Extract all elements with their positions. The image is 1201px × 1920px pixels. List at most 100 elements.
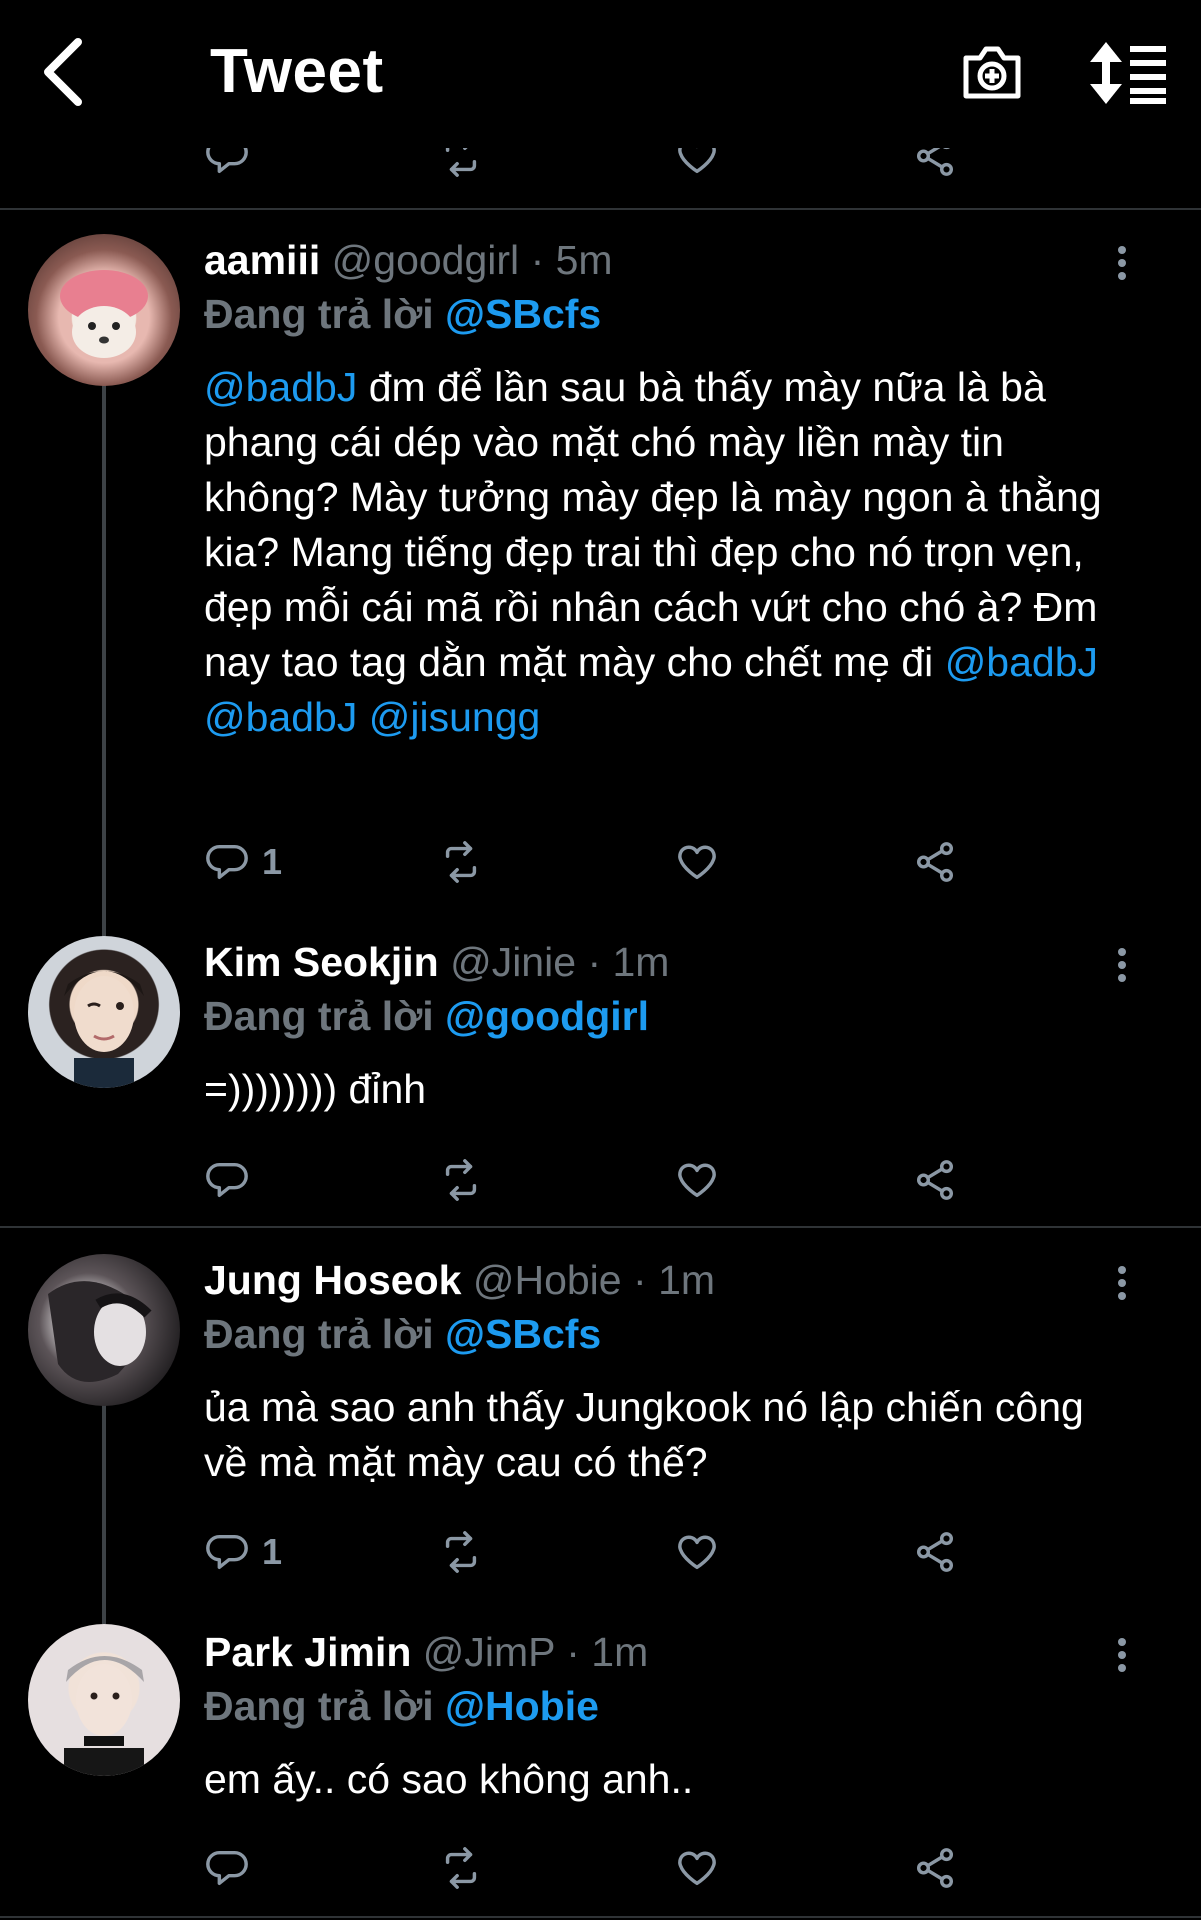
retweet-button[interactable] <box>438 1838 484 1898</box>
display-name[interactable]: Jung Hoseok <box>204 1257 461 1303</box>
heart-icon <box>678 148 716 174</box>
share-button[interactable] <box>912 1838 958 1898</box>
timestamp: 5m <box>555 237 613 283</box>
thread-line <box>102 1400 106 1624</box>
reply-icon <box>206 148 248 174</box>
mention-link[interactable]: @badbJ <box>945 639 1098 685</box>
previous-tweet-actions <box>0 148 1201 188</box>
replying-to-mention[interactable]: @goodgirl <box>445 993 649 1039</box>
camera-plus-icon <box>963 46 1021 99</box>
reply-button[interactable] <box>204 1150 262 1210</box>
reply-button[interactable]: 1 <box>204 832 282 892</box>
page-title: Tweet <box>210 37 384 106</box>
avatar[interactable] <box>28 936 180 1088</box>
more-dot <box>1118 1266 1126 1274</box>
handle[interactable]: @JimP <box>423 1629 555 1675</box>
more-options-button[interactable] <box>1110 1638 1134 1678</box>
sort-button[interactable] <box>1090 42 1170 104</box>
share-icon <box>916 1160 954 1200</box>
reply-button[interactable] <box>204 1838 262 1898</box>
divider <box>0 1916 1201 1918</box>
avatar[interactable] <box>28 234 180 386</box>
more-options-button[interactable] <box>1110 246 1134 286</box>
portrait-avatar-image <box>64 971 144 1088</box>
like-button[interactable] <box>674 1522 720 1582</box>
replying-to: Đang trả lời @goodgirl <box>204 992 649 1040</box>
replying-to: Đang trả lời @Hobie <box>204 1682 599 1730</box>
camera-button[interactable] <box>960 40 1024 104</box>
tweet-actions <box>204 1838 1004 1898</box>
like-button[interactable] <box>674 148 720 186</box>
reply-count: 1 <box>262 841 283 882</box>
heart-icon <box>678 845 716 880</box>
retweet-button[interactable] <box>438 1522 484 1582</box>
replying-to-mention[interactable]: @SBcfs <box>445 1311 601 1357</box>
replying-to-mention[interactable]: @Hobie <box>445 1683 599 1729</box>
separator-dot: · <box>633 1257 647 1303</box>
tweet-text-segment: ủa mà sao anh thấy Jungkook nó lập chiến… <box>204 1384 1084 1485</box>
display-name[interactable]: Kim Seokjin <box>204 939 439 985</box>
reply-icon <box>206 844 248 880</box>
handle[interactable]: @Hobie <box>473 1257 622 1303</box>
portrait-avatar-image <box>48 1281 152 1382</box>
replying-to-label: Đang trả lời <box>204 1311 434 1357</box>
share-button[interactable] <box>912 1522 958 1582</box>
portrait-avatar-image <box>64 1656 144 1776</box>
display-name[interactable]: aamiii <box>204 237 320 283</box>
replying-to-label: Đang trả lời <box>204 291 434 337</box>
heart-icon <box>678 1851 716 1886</box>
more-dot <box>1118 246 1126 254</box>
reply-icon <box>206 1162 248 1198</box>
tweet-text: em ấy.. có sao không anh.. <box>204 1752 1124 1807</box>
tweet-text-segment <box>357 694 368 740</box>
tweet-text-segment: em ấy.. có sao không anh.. <box>204 1756 694 1802</box>
reply-button[interactable]: 1 <box>204 1522 282 1582</box>
handle[interactable]: @Jinie <box>450 939 576 985</box>
sort-list-icon <box>1090 42 1166 104</box>
retweet-button[interactable] <box>438 1150 484 1210</box>
mention-link[interactable]: @badbJ <box>204 694 357 740</box>
more-dot <box>1118 948 1126 956</box>
separator-dot: · <box>566 1629 580 1675</box>
avatar[interactable] <box>28 1624 180 1776</box>
retweet-button[interactable] <box>438 832 484 892</box>
timestamp: 1m <box>612 939 670 985</box>
chevron-left-icon <box>44 38 82 106</box>
retweet-icon <box>445 1159 477 1201</box>
display-name[interactable]: Park Jimin <box>204 1629 411 1675</box>
divider <box>0 1226 1201 1228</box>
back-button[interactable] <box>36 34 96 110</box>
replying-to-mention[interactable]: @SBcfs <box>445 291 601 337</box>
retweet-icon <box>445 841 477 883</box>
like-button[interactable] <box>674 832 720 892</box>
more-dot <box>1118 272 1126 280</box>
more-options-button[interactable] <box>1110 948 1134 988</box>
mention-link[interactable]: @badbJ <box>204 364 357 410</box>
share-icon <box>916 1848 954 1888</box>
share-button[interactable] <box>912 1150 958 1210</box>
reply-button[interactable] <box>204 148 250 186</box>
more-dot <box>1118 961 1126 969</box>
retweet-icon <box>445 1531 477 1573</box>
like-button[interactable] <box>674 1150 720 1210</box>
replying-to-label: Đang trả lời <box>204 1683 434 1729</box>
tweet-actions: 1 <box>204 832 1004 892</box>
share-icon <box>916 148 954 176</box>
avatar[interactable] <box>28 1254 180 1406</box>
retweet-button[interactable] <box>438 148 484 186</box>
more-options-button[interactable] <box>1110 1266 1134 1306</box>
divider <box>0 208 1201 210</box>
like-button[interactable] <box>674 1838 720 1898</box>
more-dot <box>1118 974 1126 982</box>
mention-link[interactable]: @jisungg <box>369 694 541 740</box>
separator-dot: · <box>530 237 545 283</box>
replying-to-label: Đang trả lời <box>204 993 434 1039</box>
more-dot <box>1118 1638 1126 1646</box>
reply-icon <box>206 1850 248 1886</box>
share-button[interactable] <box>912 832 958 892</box>
share-button[interactable] <box>912 148 958 186</box>
timestamp: 1m <box>658 1257 716 1303</box>
retweet-icon <box>445 148 477 177</box>
handle[interactable]: @goodgirl <box>332 237 520 283</box>
tweet-actions <box>204 1150 1004 1210</box>
